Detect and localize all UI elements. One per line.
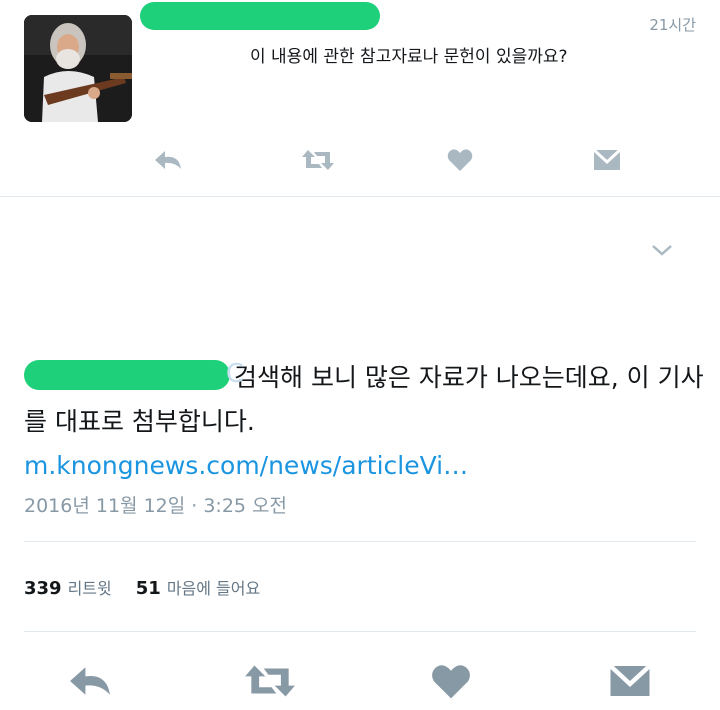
reply-timestamp: 21시간 <box>649 16 696 34</box>
dm-icon <box>593 148 621 170</box>
dm-button[interactable] <box>592 140 622 180</box>
divider <box>24 631 696 632</box>
mention-redaction: C <box>24 359 244 390</box>
divider <box>24 541 696 542</box>
reply-icon <box>155 151 181 169</box>
more-options-button[interactable] <box>648 238 676 262</box>
username-redaction <box>140 2 380 30</box>
likes-stat[interactable]: 51 마음에 들어요 <box>136 578 284 599</box>
likes-count: 51 <box>135 578 161 599</box>
retweets-stat[interactable]: 339 리트윗 <box>24 578 136 599</box>
retweets-label: 리트윗 <box>67 579 112 598</box>
retweet-button[interactable] <box>242 658 298 704</box>
retweet-icon <box>245 665 295 697</box>
reply-action-row <box>0 140 720 180</box>
retweet-icon <box>302 150 334 170</box>
reply-text: 이 내용에 관한 참고자료나 문헌이 있을까요? <box>250 47 568 67</box>
main-action-row <box>0 658 720 704</box>
retweets-count: 339 <box>24 578 62 599</box>
like-icon <box>447 149 473 171</box>
like-button[interactable] <box>446 140 474 180</box>
article-link[interactable]: m.knongnews.com/news/articleVi… <box>24 451 468 480</box>
like-icon <box>432 664 470 698</box>
avatar[interactable] <box>24 15 132 122</box>
dm-icon <box>609 664 651 696</box>
divider <box>0 196 720 197</box>
dm-button[interactable] <box>608 658 652 704</box>
main-tweet-text: C 검색해 보니 많은 자료가 나오는데요, 이 기사를 대표로 첨부합니다. m… <box>24 356 704 488</box>
chevron-down-icon <box>652 245 672 256</box>
reply-icon <box>70 667 110 695</box>
tweet-stats: 339 리트윗 51 마음에 들어요 <box>24 575 284 599</box>
reply-button[interactable] <box>152 140 184 180</box>
tweet-date[interactable]: 2016년 11월 12일 · 3:25 오전 <box>24 491 287 518</box>
likes-label: 마음에 들어요 <box>166 579 261 598</box>
like-button[interactable] <box>430 658 472 704</box>
reply-button[interactable] <box>66 658 114 704</box>
retweet-button[interactable] <box>300 140 336 180</box>
